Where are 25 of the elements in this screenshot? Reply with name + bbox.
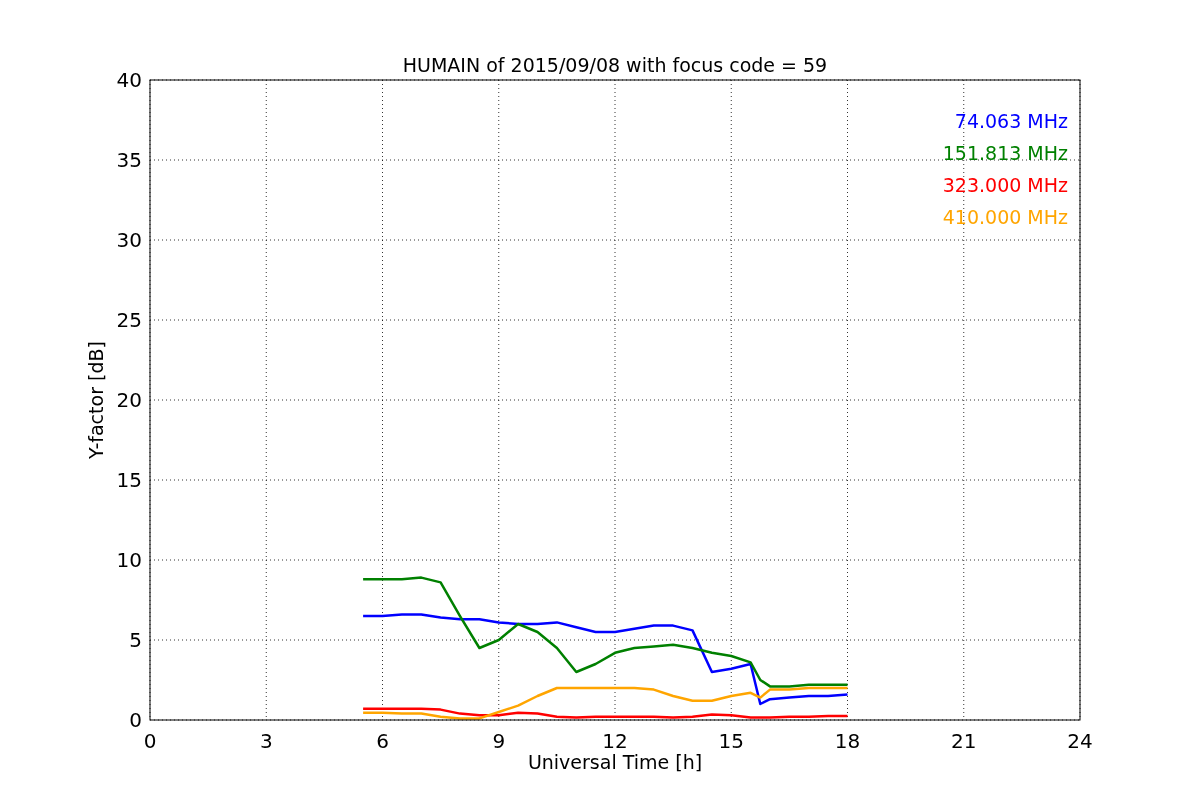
x-tick-label: 15	[718, 729, 744, 753]
y-tick-label: 40	[116, 68, 142, 92]
y-tick-label: 10	[116, 548, 142, 572]
x-tick-label: 12	[602, 729, 628, 753]
y-tick-label: 35	[116, 148, 142, 172]
y-tick-label: 25	[116, 308, 142, 332]
y-axis-label: Y-factor [dB]	[85, 341, 107, 459]
x-axis-label: Universal Time [h]	[527, 751, 703, 773]
y-tick-label: 30	[116, 228, 142, 252]
x-tick-label: 24	[1067, 729, 1093, 753]
x-tick-label: 21	[951, 729, 977, 753]
x-tick-label: 3	[259, 729, 273, 753]
y-tick-label: 5	[129, 628, 142, 652]
legend-label: 74.063 MHz	[954, 110, 1068, 132]
y-tick-label: 0	[129, 708, 142, 732]
x-tick-label: 0	[143, 729, 157, 753]
x-tick-label: 9	[492, 729, 506, 753]
legend-label: 151.813 MHz	[942, 142, 1068, 164]
y-tick-label: 15	[116, 468, 142, 492]
chart-title: HUMAIN of 2015/09/08 with focus code = 59	[402, 54, 828, 76]
y-tick-label: 20	[116, 388, 142, 412]
legend-label: 323.000 MHz	[942, 174, 1068, 196]
legend-label: 410.000 MHz	[942, 206, 1068, 228]
x-tick-label: 18	[834, 729, 861, 753]
x-tick-label: 6	[376, 729, 389, 753]
